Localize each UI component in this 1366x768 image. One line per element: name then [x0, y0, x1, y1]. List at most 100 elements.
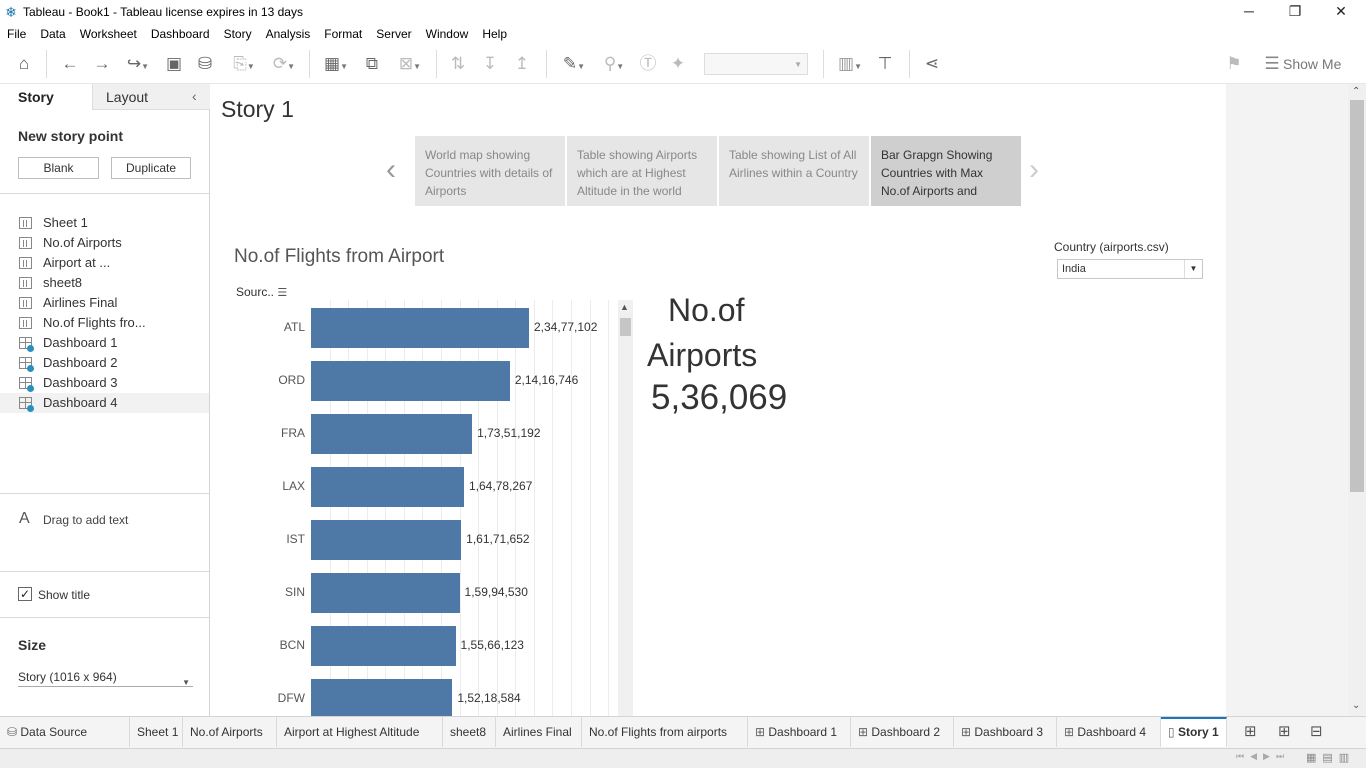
menu-worksheet[interactable]: Worksheet [73, 27, 144, 41]
duplicate-button[interactable]: Duplicate [111, 157, 191, 179]
bar-fra[interactable] [311, 414, 473, 454]
tab-dashboard-4[interactable]: ⊞ Dashboard 4 [1057, 717, 1161, 747]
paste-icon[interactable]: ⎘▼ [226, 52, 262, 76]
tab-sheet-1[interactable]: Sheet 1 [130, 717, 183, 747]
sheet-list-item-dashboard-3[interactable]: Dashboard 3 [0, 373, 209, 393]
bar-sin[interactable] [311, 573, 460, 613]
menu-help[interactable]: Help [475, 27, 514, 41]
worksheet-icon [19, 317, 32, 329]
tab-story-1[interactable]: ▯ Story 1 [1161, 717, 1227, 747]
show-labels-icon[interactable]: ▥▼ [832, 52, 868, 76]
tab-sheet8[interactable]: sheet8 [443, 717, 496, 747]
country-filter-dropdown[interactable]: India ▼ [1057, 259, 1203, 279]
tab-no-of-flights-from-airports[interactable]: No.of Flights from airports [582, 717, 748, 747]
kpi-label-line2: Airports [647, 337, 758, 373]
tab-data-source[interactable]: ⛁ Data Source [0, 717, 130, 747]
label-icon[interactable]: Ⓣ [636, 52, 660, 76]
tab-no-of-airports[interactable]: No.of Airports [183, 717, 277, 747]
sheet-list-item-dashboard-1[interactable]: Dashboard 1 [0, 333, 209, 353]
new-worksheet-icon[interactable]: ▦▼ [318, 52, 354, 76]
menu-story[interactable]: Story [217, 27, 259, 41]
show-title-checkbox[interactable]: ✓ [18, 587, 32, 601]
group-icon[interactable]: ⚲▼ [596, 52, 632, 76]
fit-dropdown[interactable]: ▼ [704, 53, 808, 75]
tab-dashboard-3[interactable]: ⊞ Dashboard 3 [954, 717, 1057, 747]
sheet-list-item-airlines-final[interactable]: Airlines Final [0, 293, 209, 313]
menu-file[interactable]: File [0, 27, 33, 41]
new-dashboard-tab-icon[interactable]: ⊞ [1278, 722, 1291, 740]
blank-button[interactable]: Blank [18, 157, 99, 179]
sheet-list-item-dashboard-4[interactable]: Dashboard 4 [0, 393, 209, 413]
sheet-navigation-icon[interactable]: ⏮◀▶⏭ [1236, 751, 1290, 762]
new-story-tab-icon[interactable]: ⊟ [1310, 722, 1323, 740]
highlight-icon[interactable]: ✎▼ [556, 52, 592, 76]
menu-server[interactable]: Server [369, 27, 418, 41]
presentation-mode-icon[interactable]: ⊤ [873, 52, 897, 76]
sheet-list-item-no-of-flights[interactable]: No.of Flights fro... [0, 313, 209, 333]
sheet-list-item-no-of-airports[interactable]: No.of Airports [0, 233, 209, 253]
story-point-2[interactable]: Table showing Airports which are at High… [567, 136, 717, 206]
tab-dashboard-1[interactable]: ⊞ Dashboard 1 [748, 717, 851, 747]
sheet-list-item-airport-at[interactable]: Airport at ... [0, 253, 209, 273]
chart-scrollbar[interactable]: ▲ [618, 300, 633, 716]
bar-dfw[interactable] [311, 679, 453, 719]
main-vertical-scrollbar[interactable]: ⌃ ⌄ [1348, 84, 1366, 716]
bar-bcn[interactable] [311, 626, 456, 666]
menu-window[interactable]: Window [419, 27, 476, 41]
menu-format[interactable]: Format [317, 27, 369, 41]
tab-dashboard-2[interactable]: ⊞ Dashboard 2 [851, 717, 954, 747]
sheet-list-item-dashboard-2[interactable]: Dashboard 2 [0, 353, 209, 373]
restore-button[interactable]: ❐ [1272, 0, 1318, 24]
story-point-1[interactable]: World map showing Countries with details… [415, 136, 565, 206]
sheet-list-item-sheet8[interactable]: sheet8 [0, 273, 209, 293]
bar-ist[interactable] [311, 520, 462, 560]
share-icon[interactable]: ⋖ [920, 52, 944, 76]
bar-ord[interactable] [311, 361, 510, 401]
menu-analysis[interactable]: Analysis [259, 27, 318, 41]
story-icon: ▯ [1168, 725, 1178, 739]
minimize-button[interactable]: ─ [1226, 0, 1272, 24]
show-me-icon[interactable]: ☰ [1260, 52, 1284, 76]
new-worksheet-tab-icon[interactable]: ⊞ [1244, 722, 1257, 740]
story-point-4[interactable]: Bar Grapgn Showing Countries with Max No… [871, 136, 1021, 206]
previous-story-point-icon[interactable]: ‹ [386, 152, 396, 188]
chevron-down-icon[interactable]: ⌄ [1352, 700, 1360, 711]
tab-airport-at-highest-altitude[interactable]: Airport at Highest Altitude [277, 717, 443, 747]
clear-sheet-icon[interactable]: ⊠▼ [392, 52, 428, 76]
tab-story[interactable]: Story [0, 84, 92, 110]
sort-ascending-icon[interactable]: ↧ [478, 52, 502, 76]
chart-scrollbar-thumb[interactable] [620, 318, 631, 336]
sort-icon[interactable]: ☰ [277, 287, 287, 299]
refresh-icon[interactable]: ⟳▼ [266, 52, 302, 76]
sheet-list-item-sheet1[interactable]: Sheet 1 [0, 213, 209, 233]
replay-icon[interactable]: ↪▼ [120, 52, 156, 76]
menu-data[interactable]: Data [33, 27, 72, 41]
source-axis-header[interactable]: Sourc.. ☰ [236, 285, 287, 299]
size-dropdown[interactable]: Story (1016 x 964) ▼ [18, 667, 193, 687]
undo-icon[interactable]: ← [58, 52, 82, 76]
home-icon[interactable]: ⌂ [12, 52, 36, 76]
chevron-up-icon[interactable]: ⌃ [1352, 86, 1360, 97]
format-painter-icon[interactable]: ⚑ [1222, 52, 1246, 76]
view-mode-icon[interactable]: ▦▤▥ [1306, 751, 1355, 764]
collapse-pane-icon[interactable]: ‹ [192, 88, 197, 104]
main-scrollbar-thumb[interactable] [1350, 100, 1364, 492]
menu-dashboard[interactable]: Dashboard [144, 27, 217, 41]
close-button[interactable]: ✕ [1318, 0, 1364, 24]
new-data-source-icon[interactable]: ⛁ [193, 52, 217, 76]
story-point-3[interactable]: Table showing List of All Airlines withi… [719, 136, 869, 206]
tab-label: Airlines Final [503, 725, 572, 739]
chevron-up-icon[interactable]: ▲ [620, 302, 629, 312]
sort-descending-icon[interactable]: ↥ [510, 52, 534, 76]
show-me-button[interactable]: Show Me [1283, 52, 1341, 76]
drag-text-item[interactable]: Drag to add text [43, 513, 128, 527]
bar-lax[interactable] [311, 467, 464, 507]
pin-icon[interactable]: ✦ [666, 52, 690, 76]
bar-atl[interactable] [311, 308, 529, 348]
tab-airlines-final[interactable]: Airlines Final [496, 717, 582, 747]
next-story-point-icon[interactable]: › [1029, 152, 1039, 188]
save-icon[interactable]: ▣ [162, 52, 186, 76]
swap-icon[interactable]: ⇅ [446, 52, 470, 76]
duplicate-sheet-icon[interactable]: ⧉ [360, 52, 384, 76]
redo-icon[interactable]: → [90, 52, 114, 76]
